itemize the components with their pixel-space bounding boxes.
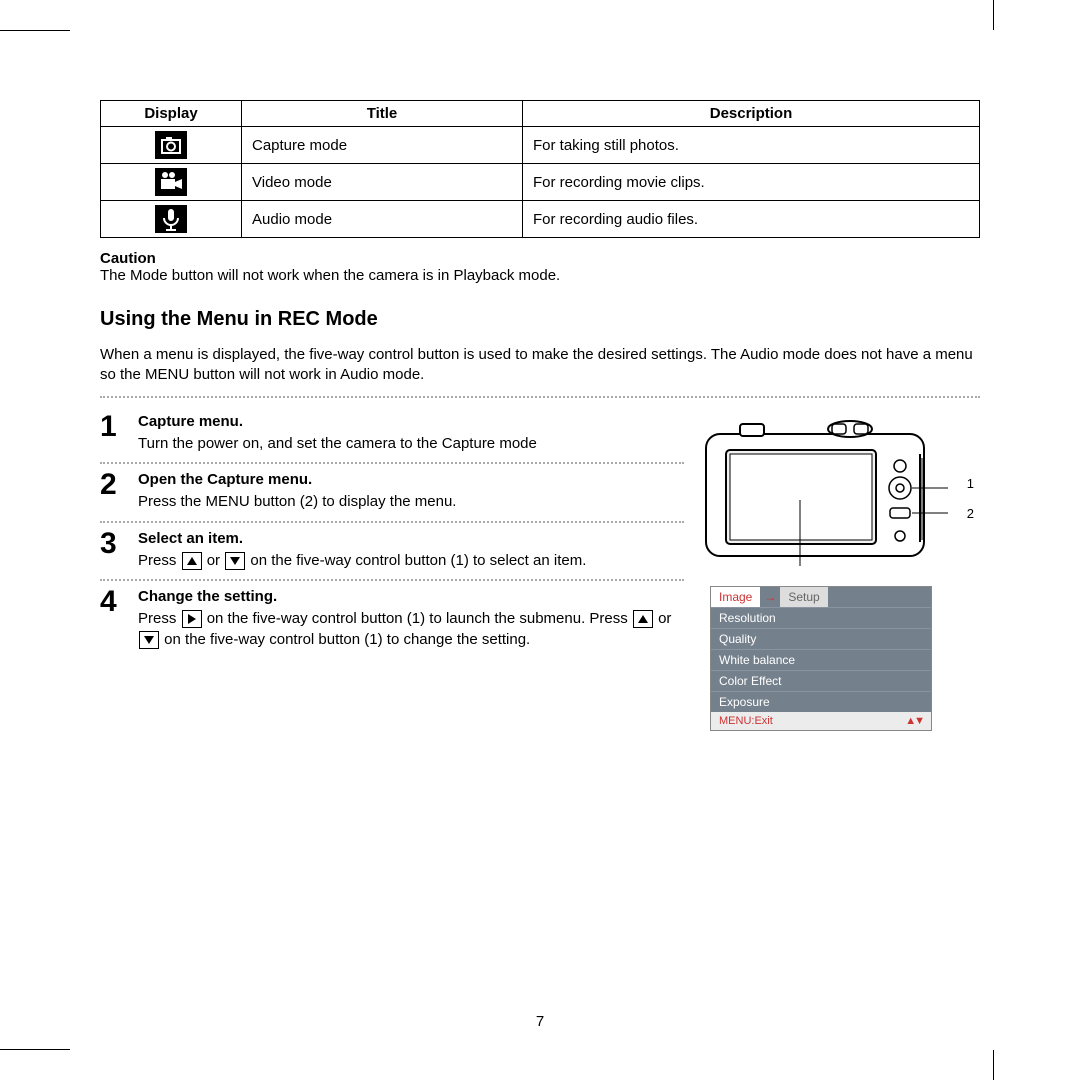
menu-tab-image: Image (711, 587, 760, 607)
up-down-icon: ▲▼ (905, 715, 923, 727)
down-arrow-icon (139, 631, 159, 649)
th-title: Title (242, 101, 523, 127)
menu-item: Resolution (711, 607, 931, 628)
step-text: Turn the power on, and set the camera to… (138, 435, 537, 452)
table-row: Capture mode For taking still photos. (101, 127, 980, 164)
step-text: Press on the five-way control button (1)… (138, 610, 671, 647)
down-arrow-icon (225, 552, 245, 570)
menu-item: Color Effect (711, 670, 931, 691)
camera-icon (155, 131, 187, 159)
step-3: 3 Select an item. Press or on the five-w… (100, 521, 684, 580)
step-1: 1 Capture menu. Turn the power on, and s… (100, 406, 684, 463)
menu-item: Quality (711, 628, 931, 649)
th-description: Description (523, 101, 980, 127)
caution-text: The Mode button will not work when the c… (100, 267, 560, 284)
step-title: Capture menu. (138, 412, 684, 432)
menu-tab-setup: Setup (780, 587, 827, 607)
caution-label: Caution (100, 250, 156, 267)
table-row: Video mode For recording movie clips. (101, 164, 980, 201)
cell-desc: For recording movie clips. (523, 164, 980, 201)
callout-2: 2 (967, 506, 974, 521)
microphone-icon (155, 205, 187, 233)
up-arrow-icon (182, 552, 202, 570)
step-title: Open the Capture menu. (138, 470, 684, 490)
step-title: Change the setting. (138, 587, 684, 607)
cell-title: Capture mode (242, 127, 523, 164)
right-arrow-icon: → (760, 587, 780, 607)
cell-desc: For taking still photos. (523, 127, 980, 164)
th-display: Display (101, 101, 242, 127)
camera-diagram: 1 2 (700, 410, 960, 570)
step-4: 4 Change the setting. Press on the five-… (100, 579, 684, 658)
steps-list: 1 Capture menu. Turn the power on, and s… (100, 406, 684, 731)
menu-item: White balance (711, 649, 931, 670)
cell-desc: For recording audio files. (523, 201, 980, 238)
callout-1: 1 (967, 476, 974, 491)
menu-screenshot: Image → Setup Resolution Quality White b… (710, 586, 932, 731)
section-intro: When a menu is displayed, the five-way c… (100, 345, 980, 386)
page-number: 7 (0, 1013, 1080, 1030)
caution-block: Caution The Mode button will not work wh… (100, 250, 980, 284)
step-2: 2 Open the Capture menu. Press the MENU … (100, 462, 684, 521)
table-row: Audio mode For recording audio files. (101, 201, 980, 238)
step-text: Press or on the five-way control button … (138, 552, 586, 569)
right-arrow-icon (182, 610, 202, 628)
section-heading: Using the Menu in REC Mode (100, 308, 980, 331)
cell-title: Audio mode (242, 201, 523, 238)
menu-item: Exposure (711, 691, 931, 712)
step-title: Select an item. (138, 529, 684, 549)
video-icon (155, 168, 187, 196)
menu-exit-label: MENU:Exit (719, 715, 773, 727)
divider (100, 396, 980, 398)
cell-title: Video mode (242, 164, 523, 201)
step-text: Press the MENU button (2) to display the… (138, 493, 456, 510)
mode-table: Display Title Description Capture mode F… (100, 100, 980, 238)
up-arrow-icon (633, 610, 653, 628)
